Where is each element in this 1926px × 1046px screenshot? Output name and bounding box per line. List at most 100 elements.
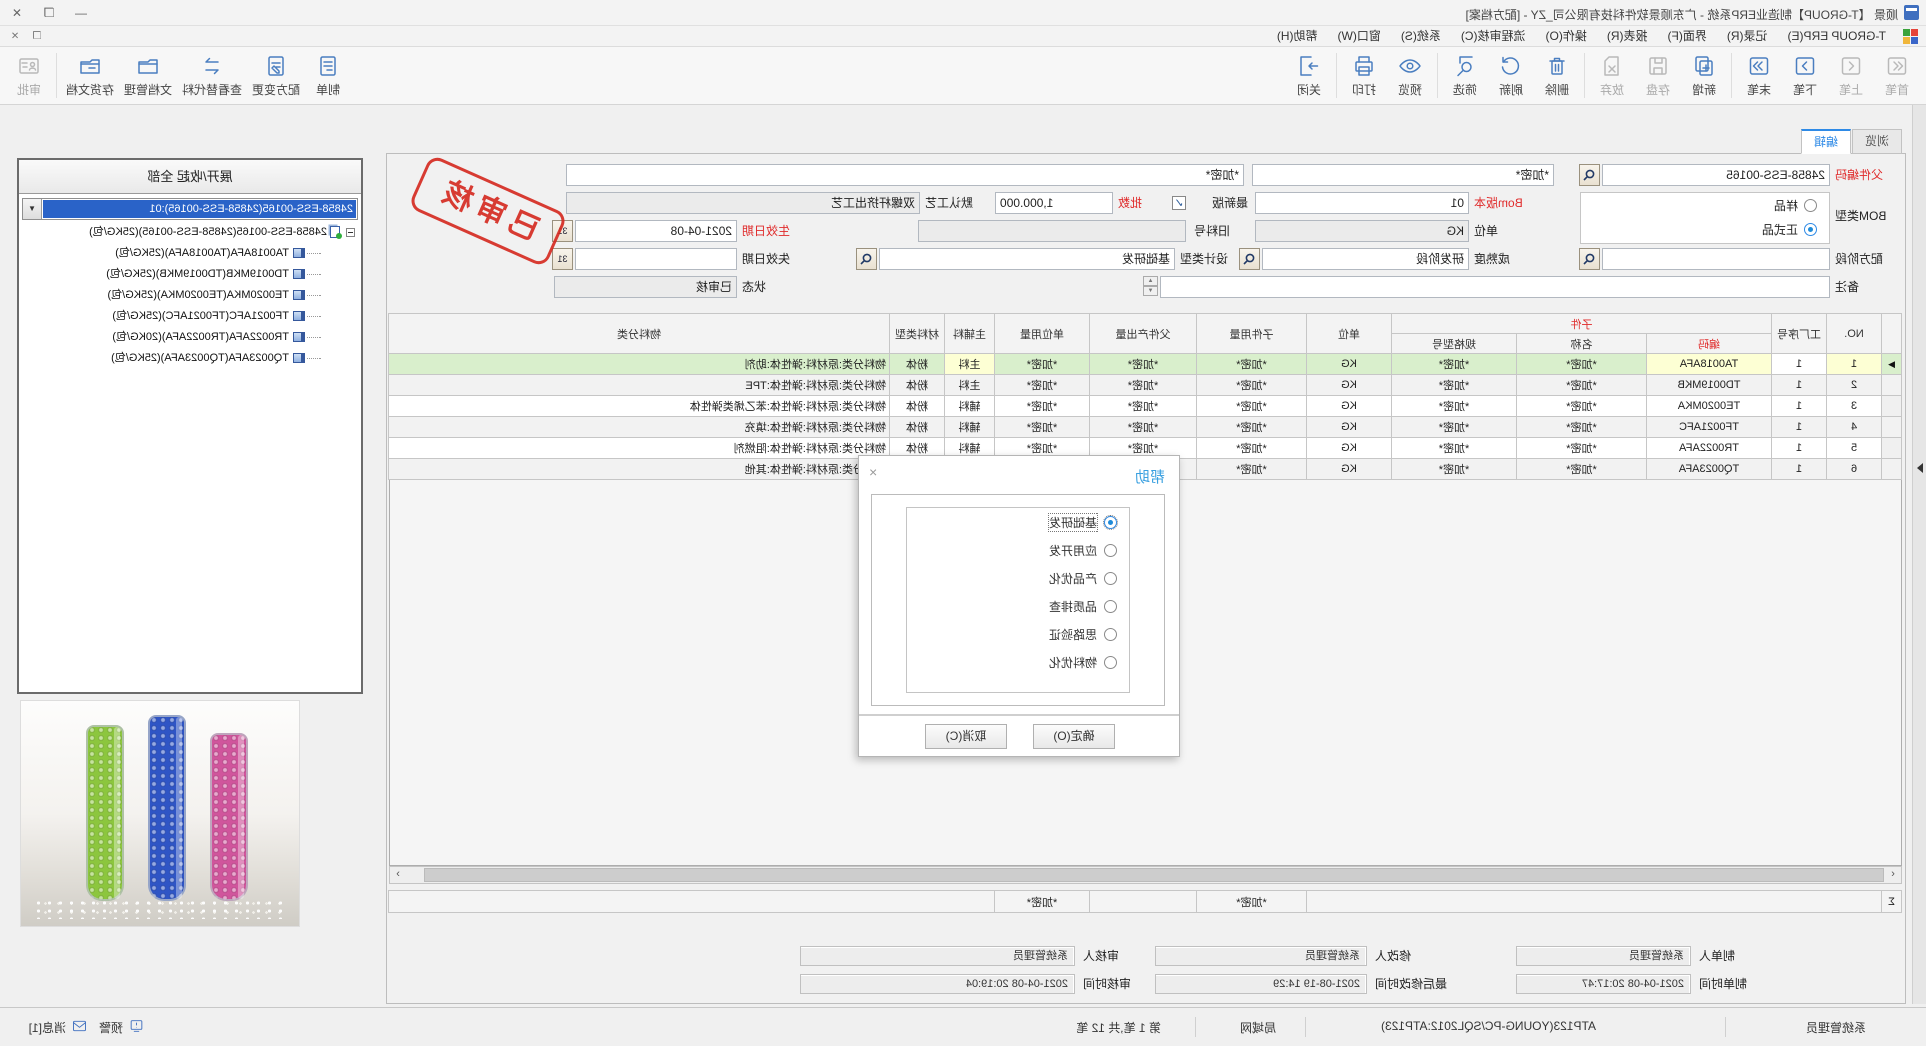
dropdown-arrow-icon[interactable]: ▼	[23, 199, 42, 219]
first-record-button[interactable]: 首笔	[1874, 49, 1920, 102]
filter-button[interactable]: 筛选	[1442, 49, 1488, 102]
menu-item-record[interactable]: 记录(R)	[1717, 26, 1778, 47]
dialog-close-icon[interactable]: ×	[869, 464, 877, 480]
option-idea-verify[interactable]: 思路验证	[907, 620, 1129, 648]
formula-change-button[interactable]: 配方变更	[247, 49, 305, 102]
col-seq[interactable]: 工厂序号	[1772, 314, 1827, 354]
table-row[interactable]: 41 TF0021AFC*加密* *加密*KG *加密**加密* *加密*辅料 …	[388, 417, 1901, 438]
scroll-right-icon[interactable]: ›	[390, 867, 406, 883]
maturity-lookup-button[interactable]	[1239, 248, 1260, 270]
tree-root-node[interactable]: 24858-ESS-00165(24858-ESS-00165)(25KG/包)	[19, 222, 361, 243]
menu-item-system[interactable]: 系统(S)	[1391, 26, 1451, 47]
alert-link[interactable]: 预警	[99, 1019, 123, 1036]
minimize-button[interactable]: —	[66, 3, 96, 23]
delete-button[interactable]: 删除	[1534, 49, 1580, 102]
parent-spec-field[interactable]: *加密*	[566, 164, 1244, 186]
latest-version-checkbox[interactable]: ✓	[1172, 196, 1186, 210]
save-button[interactable]: 存盘	[1635, 49, 1681, 102]
tree-node[interactable]: TE0020MKA(TE0020MKA)(25KG/包)	[19, 285, 361, 306]
old-code-field[interactable]	[918, 220, 1186, 242]
bom-version-field[interactable]: 01	[1255, 192, 1469, 214]
bom-version-dropdown[interactable]: 24858-ESS-00165(24858-ESS-00165):01 ▼	[22, 198, 358, 220]
design-type-lookup-button[interactable]	[856, 248, 877, 270]
tree-node[interactable]: TF0021AFC(TF0021AFC)(25KG/包)	[19, 306, 361, 327]
mdi-restore-button[interactable]: ❐	[26, 29, 48, 45]
formula-stage-field[interactable]	[1602, 248, 1830, 270]
last-record-button[interactable]: 末笔	[1736, 49, 1782, 102]
tree-node[interactable]: TD0019MKB(TD0019MKB)(25KG/包)	[19, 264, 361, 285]
bom-type-sample-option[interactable]: 样品	[1581, 193, 1829, 217]
col-parent-out[interactable]: 父件产出量	[1089, 314, 1196, 354]
alert-icon[interactable]	[128, 1018, 145, 1034]
col-no[interactable]: NO.	[1827, 314, 1882, 354]
close-window-button[interactable]: ✕	[2, 3, 32, 23]
design-type-field[interactable]: 基础研发	[879, 248, 1175, 270]
message-link[interactable]: 消息[1]	[29, 1019, 66, 1036]
col-sub-qty[interactable]: 子件用量	[1196, 314, 1306, 354]
new-button[interactable]: 新增	[1681, 49, 1727, 102]
scroll-left-icon[interactable]: ‹	[1885, 867, 1901, 883]
close-form-button[interactable]: 关闭	[1286, 49, 1332, 102]
batch-field[interactable]: 1,000.000	[995, 192, 1113, 214]
option-material-optimize[interactable]: 物料优化	[907, 648, 1129, 676]
approve-button[interactable]: 审批	[6, 49, 52, 102]
bom-type-formal-option[interactable]: 正式品	[1581, 217, 1829, 241]
prev-record-button[interactable]: 上笔	[1828, 49, 1874, 102]
menu-item-help[interactable]: 帮助(H)	[1267, 26, 1328, 47]
menu-item-workflow[interactable]: 流程审核(C)	[1451, 26, 1536, 47]
col-unit[interactable]: 单位	[1306, 314, 1391, 354]
panel-splitter[interactable]	[1912, 105, 1926, 1004]
print-button[interactable]: 打印	[1341, 49, 1387, 102]
table-row[interactable]: 21 TD0019MKB*加密* *加密*KG *加密**加密* *加密*主料 …	[388, 375, 1901, 396]
menu-item-report[interactable]: 报表(R)	[1597, 26, 1658, 47]
note-spinner[interactable]: ▲▼	[1143, 276, 1158, 298]
option-quality-check[interactable]: 品质排查	[907, 592, 1129, 620]
menu-item-window[interactable]: 窗口(W)	[1328, 26, 1391, 47]
tree-node[interactable]: TA0018AFA(TA0018AFA)(25KG/包)	[19, 243, 361, 264]
scrollbar-thumb[interactable]	[424, 868, 1884, 882]
tree-expand-collapse-header[interactable]: 展开/收起 全部	[19, 160, 361, 194]
view-substitute-button[interactable]: 查看替代料	[177, 49, 247, 102]
option-basic-rd[interactable]: 基础研发	[907, 508, 1129, 536]
col-main-aux[interactable]: 主辅料	[944, 314, 994, 354]
menu-item-erp[interactable]: T-GROUP ERP(E)	[1778, 26, 1896, 47]
next-record-button[interactable]: 下笔	[1782, 49, 1828, 102]
preview-button[interactable]: 预览	[1387, 49, 1433, 102]
col-name[interactable]: 名称	[1517, 334, 1647, 354]
effective-date-field[interactable]: 2021-04-08	[575, 220, 737, 242]
refresh-button[interactable]: 刷新	[1488, 49, 1534, 102]
tree-node[interactable]: TQ0023AFA(TQ0023AFA)(25KG/包)	[19, 348, 361, 369]
col-spec[interactable]: 规格型号	[1391, 334, 1516, 354]
expire-date-field[interactable]	[575, 248, 737, 270]
formula-stage-lookup-button[interactable]	[1579, 248, 1600, 270]
note-field[interactable]	[1160, 276, 1830, 298]
col-unit-qty[interactable]: 单位用量	[994, 314, 1089, 354]
collapse-node-icon[interactable]	[346, 228, 355, 237]
discard-button[interactable]: 放弃	[1589, 49, 1635, 102]
expire-date-calendar-button[interactable]: 31	[552, 248, 573, 270]
ok-button[interactable]: 确定(O)	[1033, 724, 1115, 749]
default-process-field[interactable]: 双螺杆挤出工艺	[566, 192, 920, 214]
col-mat-type[interactable]: 材料类型	[889, 314, 944, 354]
menu-item-operate[interactable]: 操作(O)	[1536, 26, 1597, 47]
maturity-field[interactable]: 研发阶段	[1262, 248, 1469, 270]
tree-node[interactable]: TR0022AFA(TR0022AFA)(20KG/包)	[19, 327, 361, 348]
doc-manage-button[interactable]: 文档管理	[119, 49, 177, 102]
tab-browse[interactable]: 浏览	[1852, 129, 1902, 154]
inventory-doc-button[interactable]: 存货文档	[61, 49, 119, 102]
make-order-button[interactable]: 制单	[305, 49, 351, 102]
parent-name-field[interactable]: *加密*	[1252, 164, 1554, 186]
parent-code-field[interactable]: 24858-ESS-00165	[1602, 164, 1830, 186]
col-code[interactable]: 编码	[1647, 334, 1772, 354]
table-row[interactable]: 31 TE0020MKA*加密* *加密*KG *加密**加密* *加密*辅料 …	[388, 396, 1901, 417]
parent-code-lookup-button[interactable]	[1579, 164, 1600, 186]
table-row[interactable]: ▶ 11 TA0018AFA*加密* *加密*KG *加密**加密* *加密*主…	[388, 354, 1901, 375]
maximize-button[interactable]: ❐	[34, 3, 64, 23]
unit-field[interactable]: KG	[1255, 220, 1469, 242]
tab-edit[interactable]: 编辑	[1801, 129, 1851, 154]
message-envelope-icon[interactable]	[71, 1018, 88, 1034]
col-mat-class[interactable]: 物料分类	[388, 314, 889, 354]
mdi-close-button[interactable]: ✕	[4, 29, 26, 45]
cancel-button[interactable]: 取消(C)	[925, 724, 1007, 749]
option-product-optimize[interactable]: 产品优化	[907, 564, 1129, 592]
